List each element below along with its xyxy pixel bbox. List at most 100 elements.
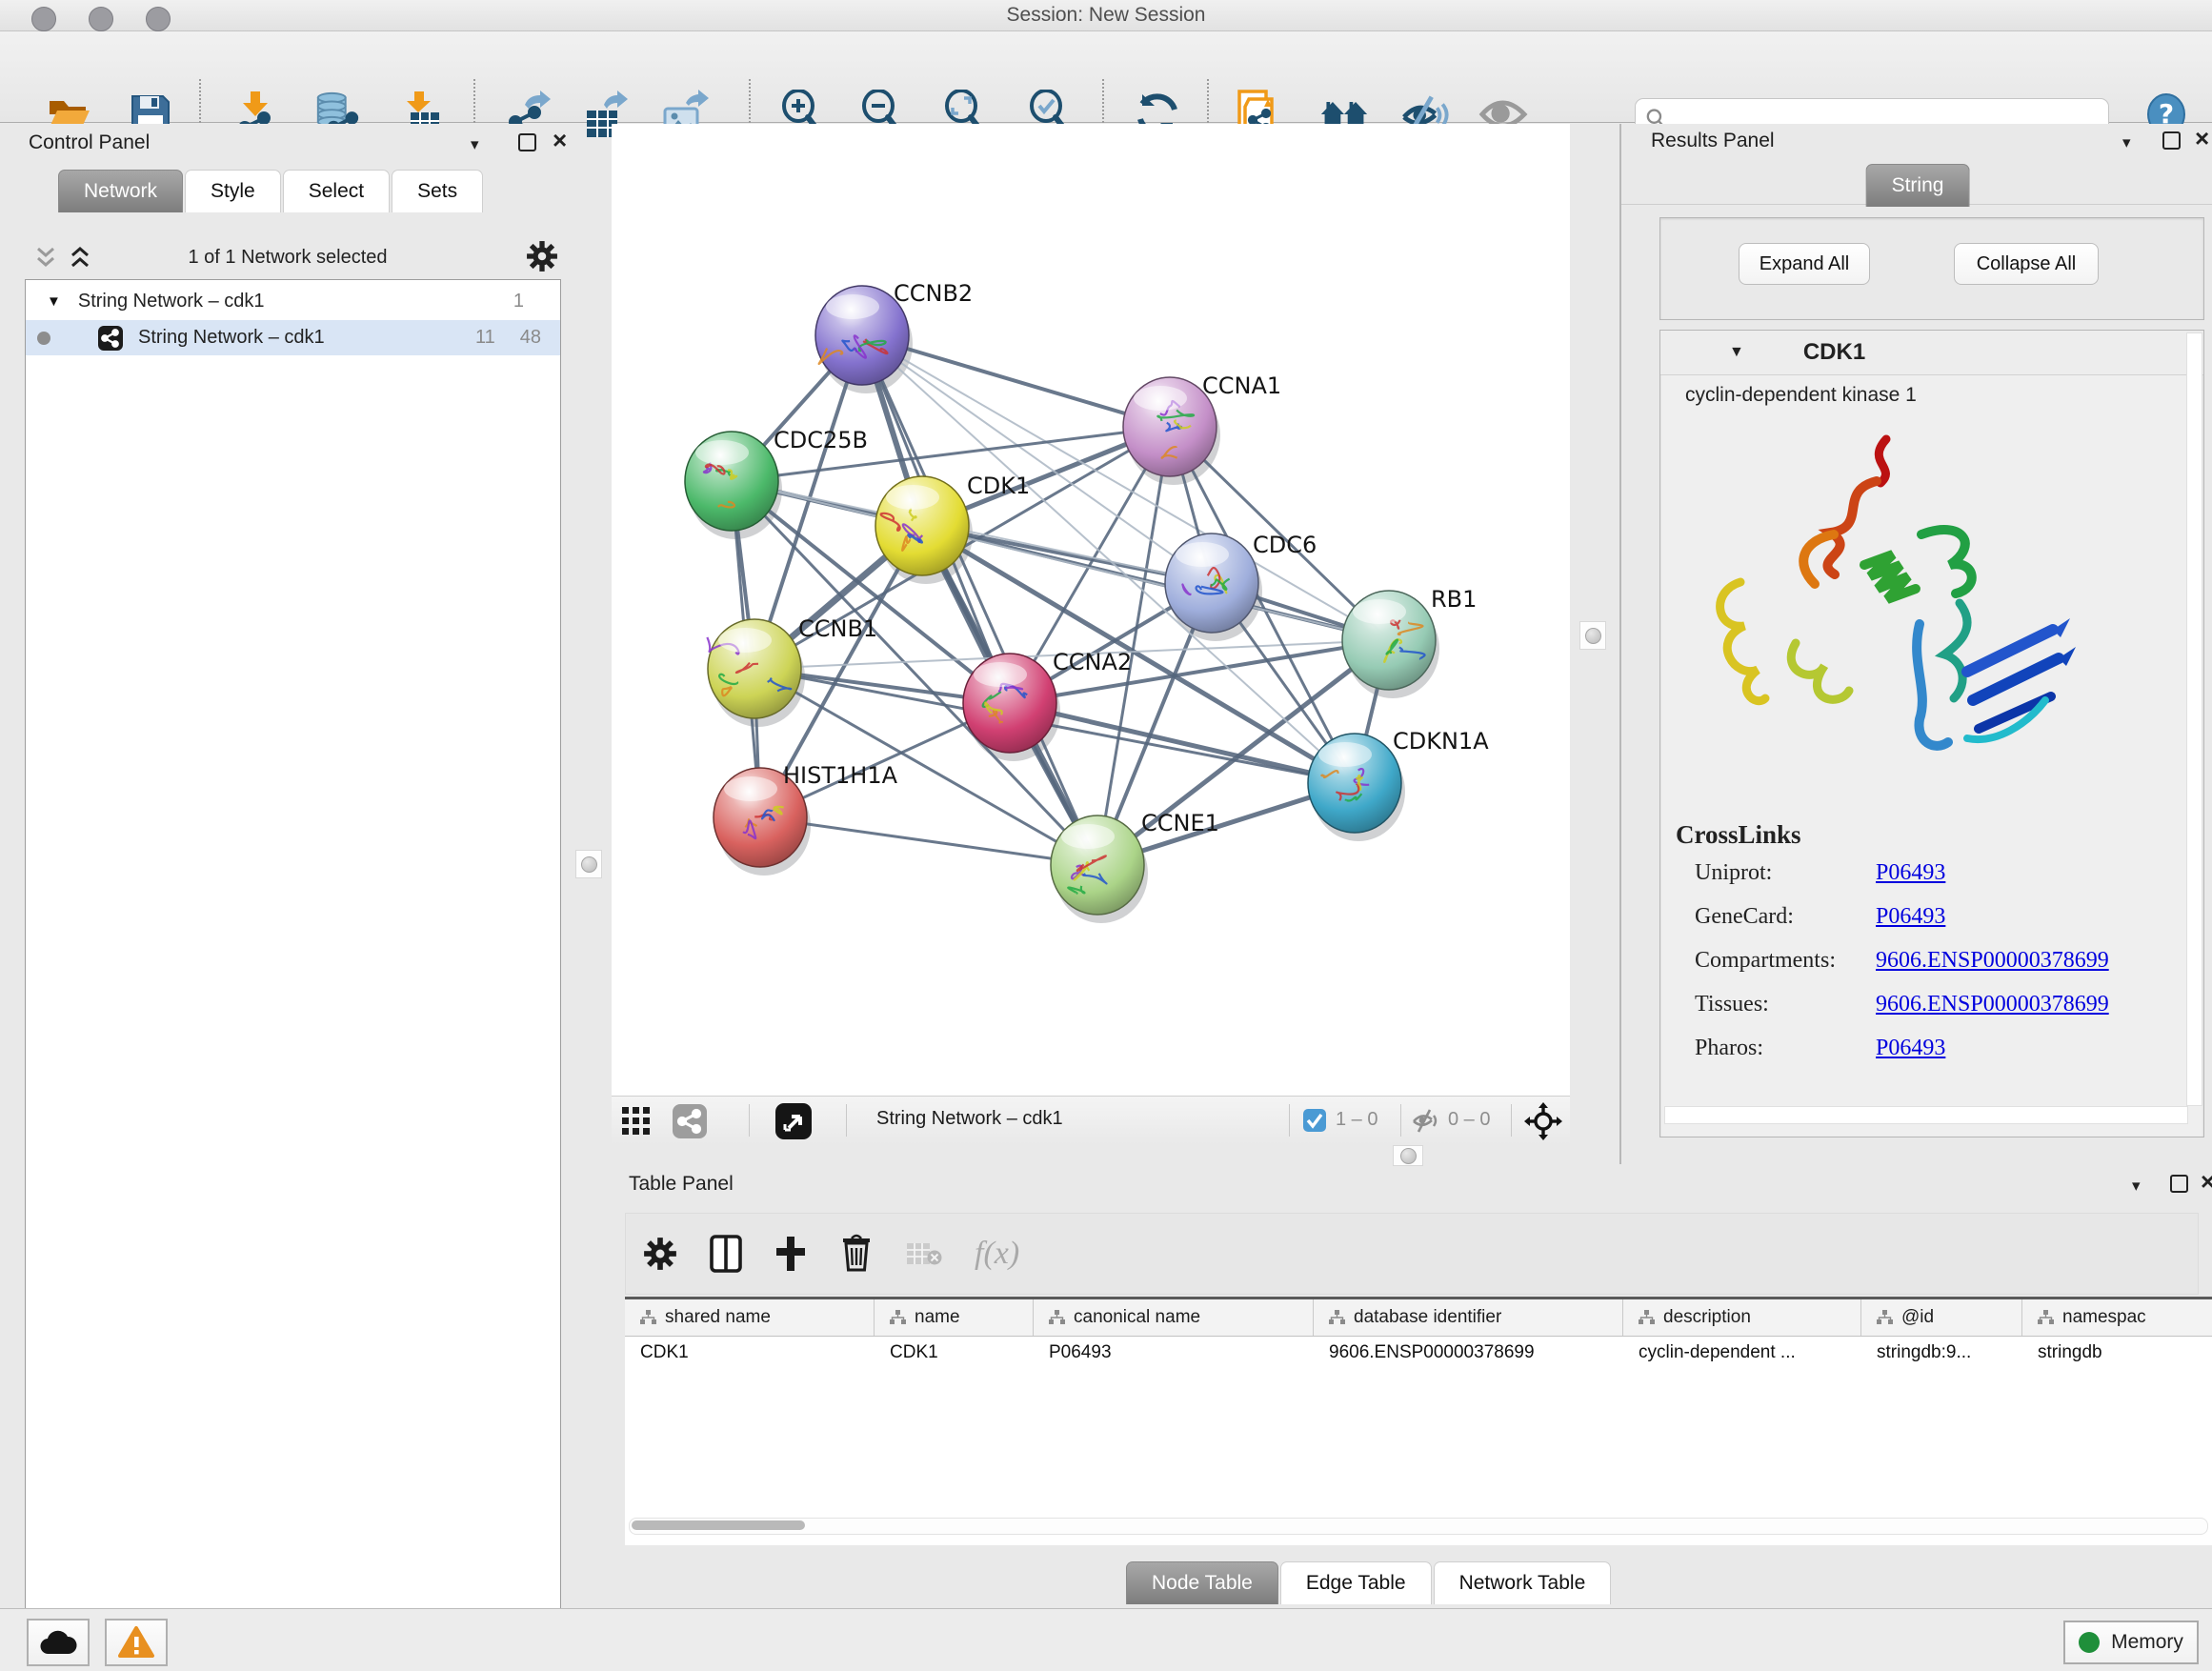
collapse-all-button[interactable]: Collapse All — [1954, 243, 2099, 285]
gear-icon — [526, 240, 558, 272]
column-header-shared-name[interactable]: shared name — [625, 1299, 875, 1336]
network-node-cdkn1a[interactable] — [1308, 734, 1401, 833]
window-title: Session: New Session — [0, 4, 2212, 27]
results-panel-title: Results Panel — [1651, 130, 1775, 152]
results-panel-close-button[interactable]: × — [2195, 130, 2209, 147]
right-splitter-handle[interactable] — [1579, 621, 1606, 650]
node-label-hist1h1a: HIST1H1A — [783, 762, 898, 789]
show-grid-button[interactable] — [622, 1107, 651, 1136]
tab-node-table[interactable]: Node Table — [1126, 1561, 1278, 1604]
network-options-button[interactable] — [526, 240, 558, 272]
tab-network[interactable]: Network — [58, 170, 183, 212]
table-row[interactable]: CDK1CDK1P064939606.ENSP00000378699cyclin… — [625, 1336, 2212, 1370]
table-cell[interactable]: stringdb:9... — [1861, 1336, 2022, 1370]
checkbox-checked-icon — [1303, 1109, 1326, 1132]
table-panel-float-button[interactable] — [2170, 1175, 2188, 1193]
table-cell[interactable]: stringdb — [2022, 1336, 2212, 1370]
birdseye-arrow-icon — [775, 1103, 812, 1139]
column-header-canonical-name[interactable]: canonical name — [1034, 1299, 1314, 1336]
memory-button[interactable]: Memory — [2063, 1621, 2199, 1664]
table-horizontal-scrollbar[interactable] — [629, 1518, 2208, 1535]
crosslink-row: Pharos:P06493 — [1695, 1036, 1945, 1061]
create-column-button[interactable] — [774, 1235, 807, 1273]
results-panel-menu-button[interactable]: ▾ — [2122, 133, 2131, 152]
column-header-namespac[interactable]: namespac — [2022, 1299, 2212, 1336]
network-node-ccne1[interactable] — [1051, 815, 1144, 915]
protein-structure-image — [1681, 422, 2091, 822]
table-panel-menu-button[interactable]: ▾ — [2132, 1177, 2141, 1196]
expand-all-button[interactable]: Expand All — [1739, 243, 1870, 285]
crosslink-value-link[interactable]: P06493 — [1876, 860, 1945, 885]
fit-content-button[interactable] — [1524, 1102, 1562, 1140]
title-bar: Session: New Session — [0, 0, 2212, 31]
network-tree: ▼ String Network – cdk1 1 String Network… — [25, 279, 561, 1671]
table-tabs: Node TableEdge TableNetwork Table — [1126, 1561, 1613, 1604]
collapse-triangle-icon[interactable]: ▼ — [47, 293, 61, 310]
tab-select[interactable]: Select — [283, 170, 390, 212]
table-settings-button[interactable] — [643, 1237, 677, 1271]
warnings-button[interactable] — [105, 1619, 168, 1666]
node-gloss-highlight — [1353, 599, 1406, 624]
network-node-cdc6[interactable] — [1165, 534, 1258, 633]
crosslink-label: Pharos: — [1695, 1036, 1876, 1061]
network-node-rb1[interactable] — [1342, 591, 1436, 690]
crosslink-value-link[interactable]: 9606.ENSP00000378699 — [1876, 948, 2109, 973]
protein-card-header[interactable]: ▼ CDK1 — [1660, 331, 2203, 375]
crosslink-value-link[interactable]: P06493 — [1876, 904, 1945, 929]
control-panel-close-button[interactable]: × — [553, 131, 567, 149]
tab-style[interactable]: Style — [185, 170, 281, 212]
network-node-ccnb1[interactable] — [707, 619, 801, 718]
table-cell[interactable]: CDK1 — [875, 1336, 1034, 1370]
node-label-ccne1: CCNE1 — [1141, 810, 1219, 836]
network-node-ccna2[interactable] — [963, 654, 1056, 753]
birdseye-view-button[interactable] — [775, 1103, 812, 1139]
app-status-bar: Memory — [0, 1608, 2212, 1671]
network-node-cdk1[interactable] — [875, 476, 969, 575]
scrollbar-thumb[interactable] — [632, 1520, 805, 1530]
grid-icon — [622, 1107, 651, 1136]
table-cell[interactable]: CDK1 — [625, 1336, 875, 1370]
crosslink-row: Compartments:9606.ENSP00000378699 — [1695, 948, 2109, 974]
main-toolbar: ? — [0, 31, 2212, 123]
network-collection-row[interactable]: ▼ String Network – cdk1 1 — [26, 284, 560, 319]
show-columns-button[interactable] — [710, 1235, 742, 1273]
cloud-status-button[interactable] — [27, 1619, 90, 1666]
horizontal-scrollbar[interactable] — [1664, 1106, 2188, 1124]
tab-string[interactable]: String — [1866, 164, 1970, 207]
crosslink-value-link[interactable]: 9606.ENSP00000378699 — [1876, 992, 2109, 1017]
tab-network-table[interactable]: Network Table — [1434, 1561, 1612, 1604]
table-cell[interactable]: P06493 — [1034, 1336, 1314, 1370]
network-row-selected[interactable]: String Network – cdk1 11 48 — [26, 320, 560, 355]
node-label-cdc6: CDC6 — [1253, 532, 1317, 558]
control-panel-menu-button[interactable]: ▾ — [471, 135, 479, 154]
tab-edge-table[interactable]: Edge Table — [1280, 1561, 1432, 1604]
table-cell[interactable]: cyclin-dependent ... — [1623, 1336, 1861, 1370]
tab-sets[interactable]: Sets — [392, 170, 483, 212]
delete-column-button[interactable] — [839, 1234, 874, 1274]
control-panel-float-button[interactable] — [518, 133, 536, 151]
network-edge — [862, 335, 1097, 865]
network-canvas[interactable]: CCNB2CCNA1CDC25BCDK1CDC6RB1CCNB1CCNA2CDK… — [612, 124, 1570, 1096]
cloud-icon — [39, 1629, 77, 1656]
column-header-description[interactable]: description — [1623, 1299, 1861, 1336]
horizontal-splitter-handle[interactable] — [1393, 1145, 1423, 1166]
crosslink-label: GeneCard: — [1695, 904, 1876, 930]
selected-checkbox[interactable] — [1303, 1109, 1326, 1132]
vertical-scrollbar[interactable] — [2186, 332, 2202, 1106]
column-header-database-identifier[interactable]: database identifier — [1314, 1299, 1623, 1336]
results-panel: Results Panel ▾ × String Expand All Coll… — [1619, 124, 2212, 1164]
left-splitter-handle[interactable] — [575, 850, 602, 878]
hidden-elements-icon — [1412, 1108, 1440, 1135]
table-cell[interactable]: 9606.ENSP00000378699 — [1314, 1336, 1623, 1370]
separator — [1289, 1104, 1290, 1137]
column-header-name[interactable]: name — [875, 1299, 1034, 1336]
network-node-cdc25b[interactable] — [685, 432, 778, 531]
cytoscape-window: Session: New Session — [0, 0, 2212, 1671]
table-panel-close-button[interactable]: × — [2201, 1173, 2212, 1190]
column-header--id[interactable]: @id — [1861, 1299, 2022, 1336]
collapse-triangle-icon[interactable]: ▼ — [1729, 344, 1744, 361]
results-panel-float-button[interactable] — [2162, 131, 2181, 150]
node-label-cdkn1a: CDKN1A — [1393, 728, 1489, 755]
network-share-view-button[interactable] — [673, 1104, 707, 1138]
crosslink-value-link[interactable]: P06493 — [1876, 1036, 1945, 1060]
